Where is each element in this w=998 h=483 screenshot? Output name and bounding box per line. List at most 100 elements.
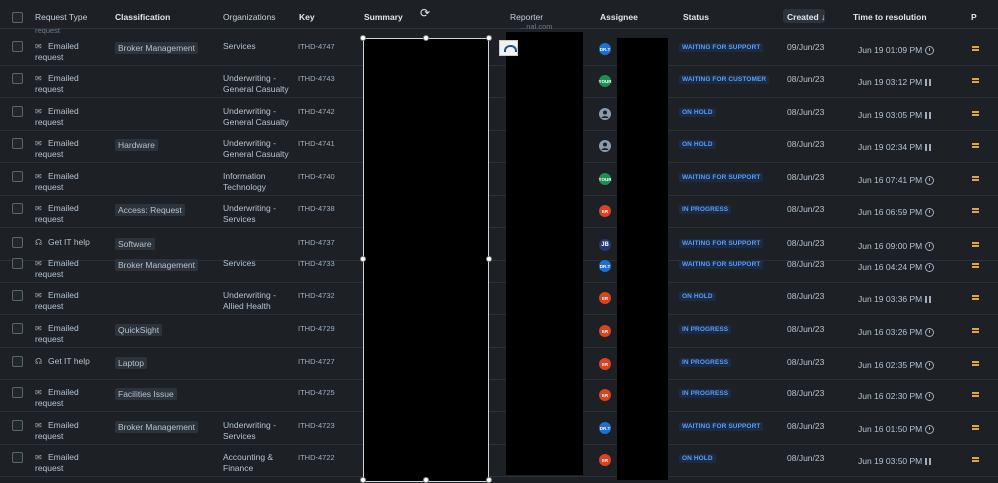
column-header-priority[interactable]: P: [971, 12, 977, 22]
resize-handle-mr[interactable]: [486, 256, 492, 262]
table-row[interactable]: ✉ Emailed request Information Technology ITHD…: [0, 163, 998, 196]
issue-key-link[interactable]: ITHD-4733: [298, 259, 335, 268]
column-header-key[interactable]: Key: [299, 12, 315, 22]
column-header-status[interactable]: Status: [683, 12, 709, 22]
table-row[interactable]: ✉ Emailed request Access: Request Underwriti…: [0, 195, 998, 228]
rotate-handle-icon[interactable]: ⟳: [420, 7, 432, 19]
table-row[interactable]: ✉ Emailed request Underwriting - Allied Heal…: [0, 282, 998, 315]
row-checkbox[interactable]: [12, 452, 23, 463]
issue-key-link[interactable]: ITHD-4738: [298, 204, 335, 213]
status-lozenge[interactable]: ON HOLD: [679, 140, 716, 149]
status-lozenge[interactable]: WAITING FOR SUPPORT: [679, 239, 764, 248]
row-checkbox[interactable]: [12, 106, 23, 117]
status-lozenge[interactable]: ON HOLD: [679, 454, 716, 463]
issue-key-link[interactable]: ITHD-4722: [298, 453, 335, 462]
issue-key-link[interactable]: ITHD-4740: [298, 172, 335, 181]
status-lozenge[interactable]: IN PROGRESS: [679, 358, 732, 367]
issue-key-link[interactable]: ITHD-4743: [298, 74, 335, 83]
resize-handle-bl[interactable]: [360, 477, 366, 483]
assignee-avatar[interactable]: DR.T: [599, 422, 611, 434]
assignee-avatar[interactable]: YOUR: [599, 75, 612, 87]
request-type-label: Emailed request: [35, 106, 79, 127]
row-checkbox[interactable]: [12, 237, 23, 248]
clock-icon: [925, 175, 935, 185]
classification-tag: Laptop: [115, 357, 147, 369]
issue-key-link[interactable]: ITHD-4727: [298, 357, 335, 366]
row-checkbox[interactable]: [12, 258, 23, 269]
row-checkbox[interactable]: [12, 290, 23, 301]
status-lozenge[interactable]: WAITING FOR SUPPORT: [679, 422, 764, 431]
issue-key-link[interactable]: ITHD-4742: [298, 107, 335, 116]
assignee-avatar[interactable]: ER: [599, 389, 611, 401]
table-row[interactable]: ✉EmailedrequestQuickSightITHD-4729asorER…: [0, 315, 998, 348]
status-lozenge[interactable]: WAITING FOR SUPPORT: [679, 173, 764, 182]
priority-medium-icon: [972, 457, 979, 462]
resize-handle-ml[interactable]: [360, 256, 366, 262]
issue-key-link[interactable]: ITHD-4732: [298, 291, 335, 300]
table-row[interactable]: ✉ Emailed request Underwriting - General Cas…: [0, 98, 998, 131]
resize-handle-tr[interactable]: [486, 35, 492, 41]
request-type-label: Emailed request: [35, 452, 79, 473]
table-row[interactable]: ✉ Emailed request Hardware Underwriting - Gen…: [0, 130, 998, 163]
table-header: Request Type Classification Organization…: [0, 0, 998, 28]
default-avatar-icon[interactable]: [599, 140, 611, 152]
row-checkbox[interactable]: [12, 73, 23, 84]
row-checkbox[interactable]: [12, 387, 23, 398]
issue-key-link[interactable]: ITHD-4747: [298, 42, 335, 51]
status-lozenge[interactable]: IN PROGRESS: [679, 205, 732, 214]
default-avatar-icon[interactable]: [599, 108, 611, 120]
row-checkbox[interactable]: [12, 323, 23, 334]
issue-key-link[interactable]: ITHD-4723: [298, 421, 335, 430]
column-header-time-to-resolution[interactable]: Time to resolution: [853, 12, 927, 22]
status-lozenge[interactable]: IN PROGRESS: [679, 389, 732, 398]
resize-handle-tc[interactable]: [423, 35, 429, 41]
status-lozenge[interactable]: WAITING FOR CUSTOMER: [679, 75, 770, 84]
issue-key-link[interactable]: ITHD-4729: [298, 324, 335, 333]
column-header-created[interactable]: Created ↓: [787, 12, 825, 22]
column-header-classification[interactable]: Classification: [115, 12, 170, 22]
selected-redaction-shape[interactable]: [363, 38, 489, 482]
assignee-avatar[interactable]: DR.T: [599, 43, 611, 55]
issue-key-link[interactable]: ITHD-4737: [298, 238, 335, 247]
email-icon: ✉: [35, 42, 42, 51]
resize-handle-bc[interactable]: [423, 477, 429, 483]
column-header-organizations[interactable]: Organizations: [223, 12, 275, 22]
redaction-reporter: [506, 32, 583, 475]
status-lozenge[interactable]: WAITING FOR SUPPORT: [679, 43, 764, 52]
assignee-avatar[interactable]: ER: [599, 205, 611, 217]
row-checkbox[interactable]: [12, 356, 23, 367]
table-row[interactable]: ✉ Emailed request Broker Management Underwri…: [0, 412, 998, 445]
status-lozenge[interactable]: ON HOLD: [679, 108, 716, 117]
column-header-assignee[interactable]: Assignee: [600, 12, 638, 22]
resize-handle-br[interactable]: [486, 477, 492, 483]
status-lozenge[interactable]: IN PROGRESS: [679, 325, 732, 334]
table-row[interactable]: ☊Get IT helpLaptopITHD-4727JeERIN PROGRE…: [0, 347, 998, 380]
table-row[interactable]: ✉ Emailed request Facilities Issue ITHD-4725…: [0, 379, 998, 412]
status-lozenge[interactable]: ON HOLD: [679, 292, 716, 301]
row-checkbox[interactable]: [12, 41, 23, 52]
issue-key-link[interactable]: ITHD-4725: [298, 388, 335, 397]
issue-key-link[interactable]: ITHD-4741: [298, 139, 335, 148]
column-header-summary[interactable]: Summary: [364, 12, 403, 22]
assignee-avatar[interactable]: ER: [599, 325, 611, 337]
row-checkbox[interactable]: [12, 420, 23, 431]
clock-icon: [925, 327, 935, 337]
assignee-avatar[interactable]: DR.T: [599, 260, 611, 272]
assignee-avatar[interactable]: ER: [599, 292, 611, 304]
table-row[interactable]: ✉ Emailed request Accounting & Finance ITHD-4…: [0, 444, 998, 477]
assignee-avatar[interactable]: YOUR: [599, 173, 612, 185]
request-type-label: Emailed request: [35, 290, 79, 311]
select-all-checkbox[interactable]: [12, 12, 23, 23]
header-divider: [0, 28, 998, 29]
resize-handle-tl[interactable]: [360, 35, 366, 41]
assignee-avatar[interactable]: ER: [599, 358, 611, 370]
row-checkbox[interactable]: [12, 171, 23, 182]
status-lozenge[interactable]: WAITING FOR SUPPORT: [679, 260, 764, 269]
classification-tag: Broker Management: [115, 259, 199, 271]
table-row[interactable]: ✉ Emailed request Broker Management Services…: [0, 250, 998, 283]
row-checkbox[interactable]: [12, 138, 23, 149]
table-row[interactable]: ✉ Emailed request Underwriting - General Cas…: [0, 65, 998, 98]
assignee-avatar[interactable]: ER: [599, 454, 611, 466]
column-header-request-type[interactable]: Request Type: [35, 12, 87, 22]
row-checkbox[interactable]: [12, 203, 23, 214]
